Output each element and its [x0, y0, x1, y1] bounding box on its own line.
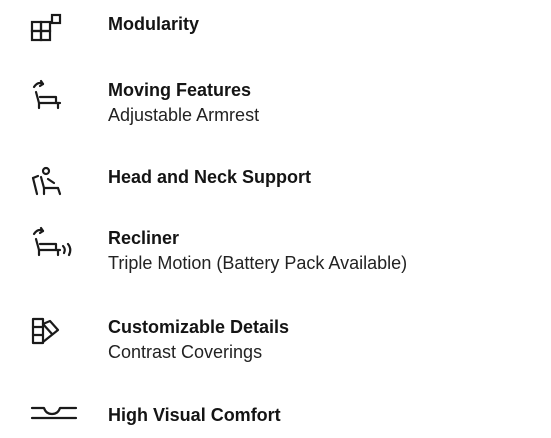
feature-subtitle: Triple Motion (Battery Pack Available) [108, 253, 408, 273]
head-neck-support-icon [30, 166, 78, 198]
recliner-chair-icon [30, 226, 78, 258]
feature-title: Head and Neck Support [108, 167, 312, 187]
feature-subtitle: Contrast Coverings [108, 342, 263, 362]
visual-comfort-icon [30, 406, 78, 438]
feature-title: High Visual Comfort [108, 405, 281, 425]
feature-title: Recliner [108, 228, 180, 248]
feature-title: Moving Features [108, 80, 252, 100]
feature-subtitle: Adjustable Armrest [108, 105, 260, 125]
modularity-icon [30, 13, 78, 45]
feature-title: Customizable Details [108, 317, 290, 337]
feature-title: Modularity [108, 14, 200, 34]
customizable-details-icon [30, 316, 78, 348]
moving-armrest-chair-icon [30, 79, 78, 111]
feature-list: Modularity Moving Features Adjustable Ar… [0, 0, 551, 434]
